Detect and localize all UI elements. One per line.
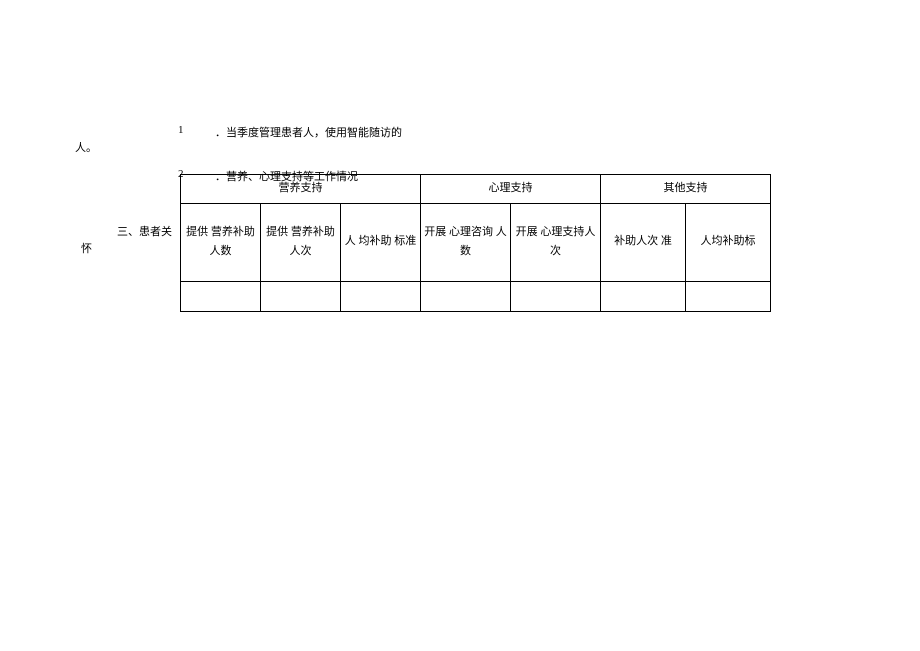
- col-nutrition-people: 提供 营养补助 人数: [181, 203, 261, 281]
- group-other: 其他支持: [601, 175, 771, 204]
- table-column-header-row: 提供 营养补助 人数 提供 营养补助 人次 人 均补助 标准 开展 心理咨询 人…: [181, 203, 771, 281]
- section-heading-line2: 怀: [81, 240, 92, 256]
- item1-continuation: 人。: [75, 139, 97, 155]
- item1-number: 1: [178, 124, 184, 136]
- col-other-count: 补助人次 准: [601, 203, 686, 281]
- cell: [181, 281, 261, 311]
- cell: [261, 281, 341, 311]
- cell: [421, 281, 511, 311]
- group-psychology: 心理支持: [421, 175, 601, 204]
- col-psych-people: 开展 心理咨询 人数: [421, 203, 511, 281]
- table-row: [181, 281, 771, 311]
- col-nutrition-count: 提供 营养补助 人次: [261, 203, 341, 281]
- cell: [686, 281, 771, 311]
- cell: [601, 281, 686, 311]
- col-other-avg: 人均补助标: [686, 203, 771, 281]
- group-nutrition: 营养支持: [181, 175, 421, 204]
- support-table: 营养支持 心理支持 其他支持 提供 营养补助 人数 提供 营养补助 人次 人 均…: [180, 174, 771, 312]
- item1-text: ．当季度管理患者人，使用智能随访的: [215, 124, 402, 140]
- section-heading-line1: 三、患者关: [117, 223, 172, 239]
- table-group-header-row: 营养支持 心理支持 其他支持: [181, 175, 771, 204]
- cell: [511, 281, 601, 311]
- col-nutrition-avg: 人 均补助 标准: [341, 203, 421, 281]
- cell: [341, 281, 421, 311]
- col-psych-count: 开展 心理支持人 次: [511, 203, 601, 281]
